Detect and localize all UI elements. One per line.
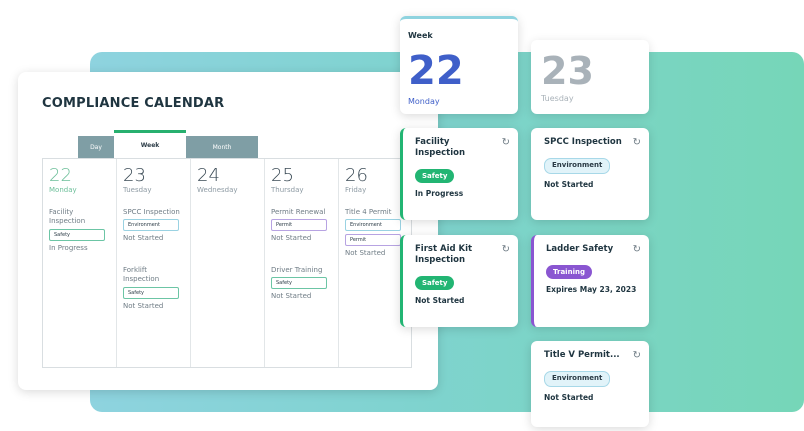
sync-icon[interactable]: ↻ [633, 244, 641, 255]
category-badge: Environment [544, 158, 611, 175]
event-title: First Aid Kit Inspection [415, 244, 473, 266]
day-name: Monday [49, 186, 77, 194]
day-name: Tuesday [123, 186, 152, 194]
day-number: 22 [49, 165, 72, 186]
calendar-event[interactable]: Permit Renewal Permit Not Started [271, 208, 332, 244]
tab-week[interactable]: Week [114, 130, 186, 158]
event-status: In Progress [415, 189, 464, 199]
day-column-wednesday: 24 Wednesday [191, 159, 265, 367]
event-card-spcc-inspection[interactable]: SPCC Inspection ↻ Environment Not Starte… [531, 128, 649, 220]
event-tag: Permit [271, 219, 327, 232]
day-column-tuesday: 23 Tuesday SPCC Inspection Environment N… [117, 159, 191, 367]
event-card-title-v-permit[interactable]: Title V Permit... ↻ Environment Not Star… [531, 341, 649, 427]
sync-icon[interactable]: ↻ [633, 350, 641, 361]
tab-day[interactable]: Day [78, 136, 114, 158]
event-status: Not Started [271, 234, 312, 243]
event-title: Title 4 Permit [345, 208, 392, 216]
week-grid: 22 Monday Facility Inspection Safety In … [42, 158, 412, 368]
event-status: Not Started [123, 301, 164, 310]
category-badge: Safety [415, 169, 455, 184]
event-title: SPCC Inspection [544, 137, 622, 147]
week-label: Week [408, 31, 433, 40]
calendar-event[interactable]: Title 4 Permit Environment Permit Not St… [345, 208, 405, 259]
event-status: Not Started [544, 180, 594, 190]
view-tabs: Day Week Month [78, 130, 258, 158]
tab-month[interactable]: Month [186, 136, 258, 158]
event-status: Not Started [415, 296, 465, 306]
event-card-first-aid-kit[interactable]: First Aid Kit Inspection ↻ Safety Not St… [400, 235, 518, 327]
event-card-ladder-safety[interactable]: Ladder Safety ↻ Training Expires May 23,… [531, 235, 649, 327]
week-today-card[interactable]: Week 22 Monday [400, 16, 518, 114]
event-status: In Progress [49, 243, 88, 252]
event-tag: Safety [271, 277, 327, 290]
event-tag: Environment [345, 219, 401, 232]
event-card-facility-inspection[interactable]: Facility Inspection ↻ Safety In Progress [400, 128, 518, 220]
next-day-card[interactable]: 23 Tuesday [531, 40, 649, 114]
day-column-monday: 22 Monday Facility Inspection Safety In … [43, 159, 117, 367]
event-status: Not Started [345, 249, 386, 258]
category-badge: Training [546, 265, 592, 280]
day-number: 26 [345, 165, 368, 186]
event-status: Not Started [271, 292, 312, 301]
compliance-calendar-card: COMPLIANCE CALENDAR Day Week Month 22 Mo… [18, 72, 438, 390]
today-number: 22 [408, 48, 464, 94]
event-status: Not Started [544, 393, 594, 403]
event-tag: Permit [345, 234, 401, 247]
event-tag: Environment [123, 219, 179, 232]
page-title: COMPLIANCE CALENDAR [42, 96, 225, 111]
day-name: Wednesday [197, 186, 238, 194]
event-title: Facility Inspection [49, 208, 86, 226]
calendar-event[interactable]: Driver Training Safety Not Started [271, 266, 332, 302]
event-title: Title V Permit... [544, 350, 620, 360]
event-tag: Safety [49, 228, 105, 241]
sync-icon[interactable]: ↻ [502, 244, 510, 255]
next-day-number: 23 [541, 49, 594, 93]
category-badge: Environment [544, 371, 611, 388]
today-name: Monday [408, 97, 440, 106]
event-title: Driver Training [271, 265, 323, 274]
category-badge: Safety [415, 276, 455, 291]
event-tag: Safety [123, 286, 179, 299]
event-status: Expires May 23, 2023 [546, 285, 637, 295]
event-status: Not Started [123, 234, 164, 243]
calendar-event[interactable]: SPCC Inspection Environment Not Started [123, 208, 184, 244]
day-name: Thursday [271, 186, 304, 194]
day-name: Friday [345, 186, 367, 194]
event-title: Facility Inspection [415, 137, 466, 159]
next-day-name: Tuesday [541, 94, 574, 103]
event-title: SPCC Inspection [123, 208, 180, 216]
calendar-event[interactable]: Forklift Inspection Safety Not Started [123, 266, 184, 311]
day-number: 24 [197, 165, 220, 186]
day-number: 23 [123, 165, 146, 186]
event-title: Ladder Safety [546, 244, 614, 254]
event-title: Permit Renewal [271, 208, 326, 216]
calendar-event[interactable]: Facility Inspection Safety In Progress [49, 208, 110, 253]
day-column-thursday: 25 Thursday Permit Renewal Permit Not St… [265, 159, 339, 367]
event-title: Forklift Inspection [123, 265, 160, 284]
sync-icon[interactable]: ↻ [502, 137, 510, 148]
day-number: 25 [271, 165, 294, 186]
sync-icon[interactable]: ↻ [633, 137, 641, 148]
